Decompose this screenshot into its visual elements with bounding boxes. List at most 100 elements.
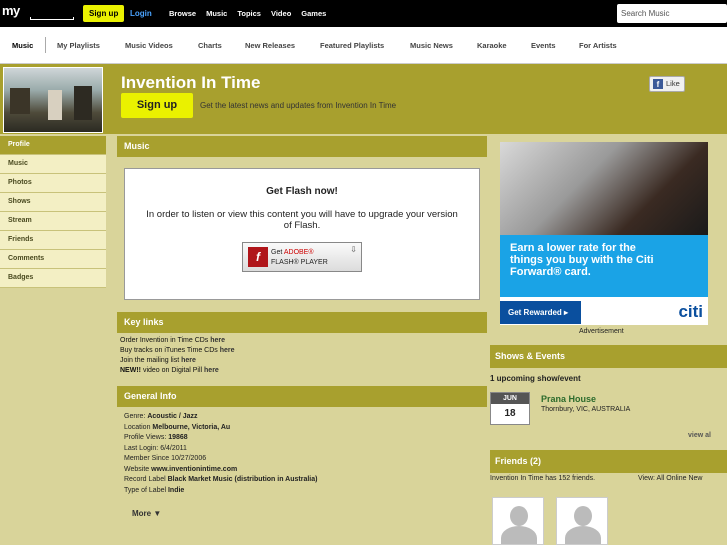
flash-player-placeholder: Get Flash now! In order to listen or vie… — [124, 168, 480, 300]
subnav-karaoke[interactable]: Karaoke — [477, 41, 507, 50]
subnav-music[interactable]: Music — [12, 41, 33, 50]
event-venue-link[interactable]: Prana House — [541, 394, 596, 404]
artist-name: Invention In Time — [121, 73, 261, 92]
search-input[interactable]: Search Music — [617, 4, 727, 23]
info-label: Member Since — [124, 455, 172, 462]
subnav-divider — [45, 37, 46, 53]
info-label: Website — [124, 465, 152, 473]
download-arrow-icon: ⇩ — [350, 245, 357, 254]
event-date-badge: JUN 18 — [490, 392, 530, 425]
top-nav: Browse Music Topics Video Games — [169, 5, 326, 22]
info-row-member-since: Member Since 10/27/2006 — [124, 454, 480, 465]
sidebar-item-badges[interactable]: Badges — [0, 269, 106, 288]
key-links-heading: Key links — [117, 312, 487, 333]
facebook-like-button[interactable]: f Like — [649, 76, 685, 92]
website-link[interactable]: www.inventionintime.com — [151, 466, 237, 473]
logo-underline — [30, 17, 74, 20]
facebook-icon: f — [653, 79, 663, 89]
flash-btn-get: Get — [271, 249, 284, 256]
subnav-charts[interactable]: Charts — [198, 41, 222, 50]
citi-advertisement[interactable]: Earn a lower rate for the things you buy… — [500, 142, 708, 325]
info-label: Record Label — [124, 476, 168, 483]
header-signup-button[interactable]: Sign up — [121, 93, 193, 118]
artist-header: Invention In Time Sign up Get the latest… — [0, 64, 727, 134]
info-label: Last Login: — [124, 444, 161, 452]
info-row-label-type: Type of Label Indie — [124, 486, 480, 497]
nav-topics[interactable]: Topics — [237, 5, 261, 22]
sidebar-item-comments[interactable]: Comments — [0, 250, 106, 269]
info-label: Type of Label — [124, 486, 168, 494]
site-logo[interactable]: my — [2, 3, 20, 18]
key-link-text: Join the mailing list — [120, 357, 182, 364]
info-label: Genre: — [124, 413, 148, 420]
friends-heading: Friends (2) — [490, 450, 727, 473]
subnav-music-videos[interactable]: Music Videos — [125, 41, 173, 50]
key-link-text: Order Invention in Time CDs — [120, 337, 211, 344]
nav-browse[interactable]: Browse — [169, 5, 196, 22]
nav-music[interactable]: Music — [206, 5, 227, 22]
signup-button[interactable]: Sign up — [83, 5, 125, 22]
general-info-heading: General Info — [117, 386, 487, 407]
shows-events-heading: Shows & Events — [490, 345, 727, 368]
get-flash-button[interactable]: f Get ADOBE® FLASH® PLAYER ⇩ — [242, 242, 362, 272]
main-column: Music Get Flash now! In order to listen … — [117, 136, 487, 518]
flash-btn-player: FLASH® PLAYER — [271, 259, 328, 266]
event-month: JUN — [491, 393, 529, 404]
sidebar-item-photos[interactable]: Photos — [0, 174, 106, 193]
top-bar: my Sign up Login Browse Music Topics Vid… — [0, 0, 727, 27]
key-link-here[interactable]: here — [210, 337, 225, 344]
flash-icon: f — [248, 247, 268, 267]
info-value: 19868 — [168, 434, 188, 441]
key-link-row: NEW!! video on Digital Pill here — [120, 366, 487, 376]
info-label: Location — [124, 423, 153, 431]
sidebar-item-music[interactable]: Music — [0, 155, 106, 174]
sidebar-item-shows[interactable]: Shows — [0, 193, 106, 212]
friends-count: 152 — [558, 475, 571, 482]
citi-logo: citi — [678, 302, 703, 321]
key-link-here[interactable]: here — [220, 347, 235, 354]
info-row-record-label: Record Label Black Market Music (distrib… — [124, 475, 480, 486]
key-link-row: Join the mailing list here — [120, 356, 487, 366]
ad-headline: Earn a lower rate for the things you buy… — [510, 242, 654, 278]
nav-video[interactable]: Video — [271, 5, 291, 22]
general-info-list: Genre: Acoustic / Jazz Location Melbourn… — [117, 407, 487, 501]
login-link[interactable]: Login — [130, 5, 152, 22]
subnav-for-artists[interactable]: For Artists — [579, 41, 617, 50]
info-value: 6/4/2011 — [160, 444, 187, 452]
info-row-website: Website www.inventionintime.com — [124, 465, 480, 476]
sidebar-item-friends[interactable]: Friends — [0, 231, 106, 250]
subnav-featured-playlists[interactable]: Featured Playlists — [320, 41, 384, 50]
key-link-text: Buy tracks on iTunes Time CDs — [120, 347, 220, 354]
info-value: Black Market Music (distribution in Aust… — [167, 476, 318, 483]
nav-games[interactable]: Games — [301, 5, 326, 22]
header-tagline: Get the latest news and updates from Inv… — [200, 101, 397, 110]
subnav-events[interactable]: Events — [531, 41, 556, 50]
sidebar-item-stream[interactable]: Stream — [0, 212, 106, 231]
music-subnav: Music My Playlists Music Videos Charts N… — [0, 27, 727, 64]
key-link-text: video on Digital Pill — [141, 367, 205, 374]
subnav-music-news[interactable]: Music News — [410, 41, 453, 50]
info-value: Acoustic / Jazz — [147, 413, 198, 420]
info-value: Indie — [167, 486, 185, 494]
friend-avatar[interactable] — [556, 497, 608, 545]
sidebar-item-profile[interactable]: Profile — [0, 136, 106, 155]
more-toggle[interactable]: More ▼ — [132, 509, 161, 518]
key-link-here[interactable]: here — [204, 367, 219, 374]
subnav-my-playlists[interactable]: My Playlists — [57, 41, 100, 50]
friend-avatar[interactable] — [492, 497, 544, 545]
key-link-row: Buy tracks on iTunes Time CDs here — [120, 346, 487, 356]
info-row-views: Profile Views: 19868 — [124, 433, 480, 444]
friends-view-filter[interactable]: View: All Online New — [638, 475, 702, 482]
key-link-row: Order Invention in Time CDs here — [120, 336, 487, 346]
view-all-events-link[interactable]: view al — [688, 432, 711, 439]
get-rewarded-button[interactable]: Get Rewarded ▸ — [500, 301, 581, 324]
friends-summary-prefix: Invention In Time has — [490, 475, 559, 482]
subnav-new-releases[interactable]: New Releases — [245, 41, 295, 50]
flash-message: In order to listen or view this content … — [146, 209, 458, 231]
flash-btn-adobe: ADOBE® — [283, 249, 314, 256]
key-link-new-badge: NEW!! — [120, 367, 141, 374]
friends-summary-suffix: friends. — [570, 475, 596, 482]
artist-photo[interactable] — [3, 67, 103, 133]
key-link-here[interactable]: here — [181, 357, 196, 364]
flash-title: Get Flash now! — [266, 186, 338, 197]
